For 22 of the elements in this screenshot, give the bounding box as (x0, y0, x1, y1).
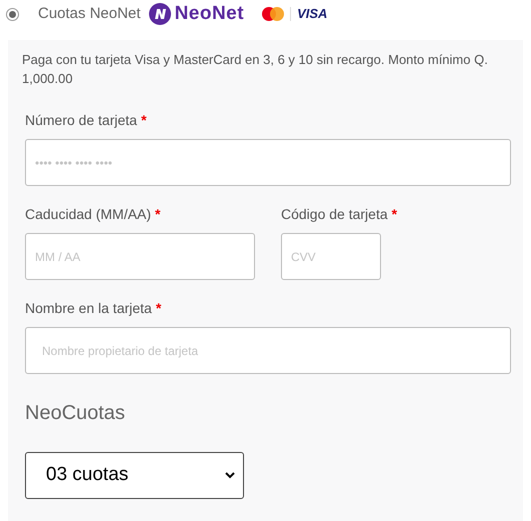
required-mark: * (155, 205, 160, 224)
required-mark: * (156, 299, 162, 318)
description-text: Paga con tu tarjeta Visa y MasterCard en 3, 6 y 10 sin recargo. Monto mínimo Q. 1,000.00 (22, 51, 489, 88)
card-brand-logo: VISA (297, 5, 328, 24)
input-field[interactable]: MM / AA (25, 233, 255, 280)
installments-select[interactable]: 03 cuotas (25, 452, 244, 499)
mastercard-icon (262, 7, 284, 21)
input-field[interactable]: •••• •••• •••• •••• (25, 139, 511, 186)
option-label: Cuotas NeoNet (38, 4, 141, 24)
chevron-down-icon (225, 472, 235, 479)
field-label: Caducidad (MM/AA) (25, 205, 152, 224)
required-mark: * (141, 111, 147, 130)
logo-icon (148, 3, 171, 25)
brand-logo-text: NeoNet (174, 2, 244, 26)
field-label: Nombre en la tarjeta (25, 299, 152, 318)
field-label: Código de tarjeta (281, 205, 388, 224)
input-field[interactable]: CVV (281, 233, 381, 280)
radio-button[interactable] (6, 8, 19, 20)
section-title: NeoCuotas (24, 401, 126, 426)
field-label: Número de tarjeta (25, 111, 138, 130)
required-mark: * (392, 205, 398, 224)
input-field[interactable]: Nombre propietario de tarjeta (25, 327, 511, 374)
